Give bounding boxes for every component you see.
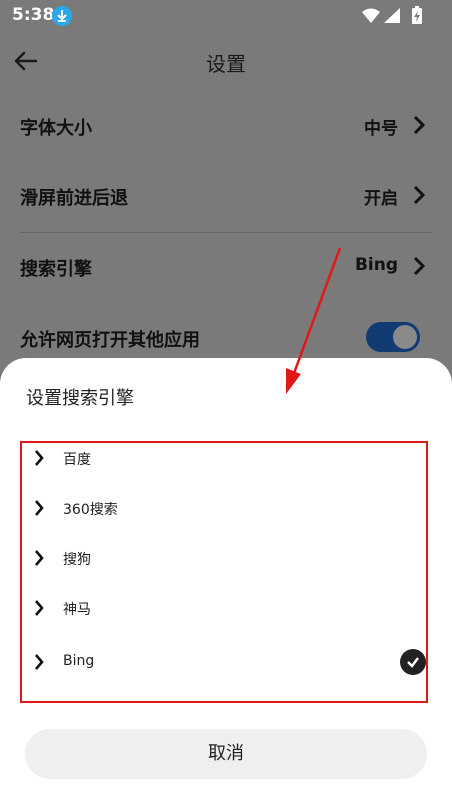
checkmark-icon [400, 649, 426, 675]
chevron-right-icon [33, 598, 45, 618]
setting-value: Bing [354, 255, 398, 275]
chevron-right-icon [33, 652, 45, 672]
toggle-knob [393, 325, 417, 349]
status-bar: 5:38 [0, 0, 452, 32]
signal-icon [384, 8, 400, 23]
engine-name: 360搜索 [63, 502, 118, 518]
chevron-right-icon [412, 184, 426, 206]
setting-label: 字体大小 [20, 118, 92, 139]
engine-item-shenma[interactable]: 神马 [22, 589, 426, 629]
setting-search-engine[interactable]: 搜索引擎 Bing [20, 233, 432, 303]
page-title: 设置 [206, 52, 246, 76]
engine-item-baidu[interactable]: 百度 [22, 443, 426, 479]
setting-font-size[interactable]: 字体大小 中号 [20, 92, 432, 162]
engine-name: 神马 [63, 602, 91, 618]
status-time: 5:38 [12, 5, 55, 25]
chevron-right-icon [412, 255, 426, 277]
chevron-right-icon [412, 114, 426, 136]
status-icons [362, 6, 432, 30]
setting-value: 中号 [364, 119, 398, 139]
chevron-right-icon [33, 448, 45, 468]
setting-label: 搜索引擎 [20, 259, 92, 280]
search-engine-sheet: 设置搜索引擎 百度 360搜索 搜狗 神马 Bing 取消 [0, 358, 452, 804]
setting-label: 滑屏前进后退 [20, 188, 128, 209]
setting-value: 开启 [364, 189, 398, 209]
engine-item-sogou[interactable]: 搜狗 [22, 539, 426, 579]
sheet-title: 设置搜索引擎 [26, 388, 134, 409]
download-icon [52, 6, 72, 26]
setting-swipe-navigation[interactable]: 滑屏前进后退 开启 [20, 162, 432, 232]
engine-name: 百度 [63, 452, 91, 468]
engine-name: 搜狗 [63, 552, 91, 568]
chevron-right-icon [33, 498, 45, 518]
engine-item-bing[interactable]: Bing [22, 643, 426, 683]
engine-list: 百度 360搜索 搜狗 神马 Bing [20, 441, 428, 703]
engine-item-360[interactable]: 360搜索 [22, 489, 426, 529]
app-bar: 设置 [0, 32, 452, 90]
chevron-right-icon [33, 548, 45, 568]
cancel-button[interactable]: 取消 [25, 729, 427, 779]
setting-label: 允许网页打开其他应用 [20, 330, 200, 351]
wifi-icon [362, 8, 380, 23]
toggle-switch[interactable] [366, 322, 420, 352]
battery-charging-icon [412, 6, 422, 24]
engine-name: Bing [63, 653, 95, 669]
